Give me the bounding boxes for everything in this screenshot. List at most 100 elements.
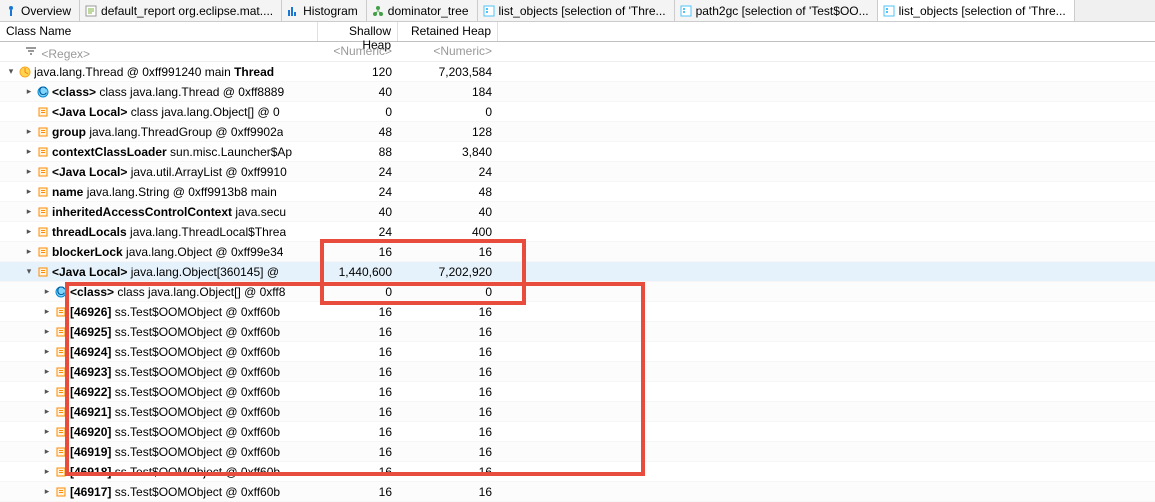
row-retained: 40 bbox=[398, 205, 498, 219]
expand-twisty[interactable]: ▸ bbox=[24, 146, 34, 157]
tab-1[interactable]: default_report org.eclipse.mat.... bbox=[80, 0, 282, 21]
row-retained: 48 bbox=[398, 185, 498, 199]
table-row[interactable]: ▸[46918] ss.Test$OOMObject @ 0xff60b1616 bbox=[0, 462, 1155, 482]
row-name-cell: <Java Local> class java.lang.Object[] @ … bbox=[0, 105, 318, 119]
row-label: [46919] ss.Test$OOMObject @ 0xff60b bbox=[70, 445, 280, 459]
tab-5[interactable]: path2gc [selection of 'Test$OO... bbox=[675, 0, 878, 21]
expand-twisty[interactable]: ▸ bbox=[42, 366, 52, 377]
row-name-cell: ▸group java.lang.ThreadGroup @ 0xff9902a bbox=[0, 125, 318, 139]
row-label: [46920] ss.Test$OOMObject @ 0xff60b bbox=[70, 425, 280, 439]
row-shallow: 24 bbox=[318, 185, 398, 199]
tab-label: Overview bbox=[21, 4, 71, 18]
column-headers: Class Name Shallow Heap Retained Heap bbox=[0, 22, 1155, 42]
filter-class[interactable]: <Regex> bbox=[0, 42, 318, 61]
table-row[interactable]: ▸[46925] ss.Test$OOMObject @ 0xff60b1616 bbox=[0, 322, 1155, 342]
table-row[interactable]: ▸<Java Local> java.util.ArrayList @ 0xff… bbox=[0, 162, 1155, 182]
table-row[interactable]: ▸threadLocals java.lang.ThreadLocal$Thre… bbox=[0, 222, 1155, 242]
row-shallow: 16 bbox=[318, 365, 398, 379]
expand-twisty[interactable]: ▸ bbox=[42, 446, 52, 457]
row-name-cell: ▸ [46926] ss.Test$OOMObject @ 0xff60b bbox=[0, 305, 318, 319]
row-label: <class> class java.lang.Object[] @ 0xff8 bbox=[70, 285, 285, 299]
row-retained: 7,203,584 bbox=[398, 65, 498, 79]
object-icon bbox=[36, 205, 50, 219]
table-row[interactable]: ▸group java.lang.ThreadGroup @ 0xff9902a… bbox=[0, 122, 1155, 142]
expand-twisty[interactable]: ▾ bbox=[24, 266, 34, 277]
expand-twisty[interactable]: ▸ bbox=[24, 246, 34, 257]
object-icon bbox=[54, 465, 68, 479]
table-row[interactable]: ▾java.lang.Thread @ 0xff991240 main Thre… bbox=[0, 62, 1155, 82]
table-row[interactable]: ▸[46921] ss.Test$OOMObject @ 0xff60b1616 bbox=[0, 402, 1155, 422]
table-row[interactable]: ▸name java.lang.String @ 0xff9913b8 main… bbox=[0, 182, 1155, 202]
table-row[interactable]: ▸C<class> class java.lang.Thread @ 0xff8… bbox=[0, 82, 1155, 102]
table-row[interactable]: ▸[46923] ss.Test$OOMObject @ 0xff60b1616 bbox=[0, 362, 1155, 382]
class-icon: C bbox=[36, 85, 50, 99]
col-header-retained[interactable]: Retained Heap bbox=[398, 22, 498, 41]
filter-shallow[interactable]: <Numeric> bbox=[318, 42, 398, 61]
row-name-cell: ▸[46921] ss.Test$OOMObject @ 0xff60b bbox=[0, 405, 318, 419]
table-row[interactable]: ▾<Java Local> java.lang.Object[360145] @… bbox=[0, 262, 1155, 282]
row-shallow: 16 bbox=[318, 465, 398, 479]
object-icon bbox=[54, 365, 68, 379]
table-row[interactable]: ▸[46920] ss.Test$OOMObject @ 0xff60b1616 bbox=[0, 422, 1155, 442]
expand-twisty[interactable]: ▸ bbox=[42, 306, 52, 317]
table-row[interactable]: <Java Local> class java.lang.Object[] @ … bbox=[0, 102, 1155, 122]
tab-bar: Overview default_report org.eclipse.mat..… bbox=[0, 0, 1155, 22]
col-header-shallow[interactable]: Shallow Heap bbox=[318, 22, 398, 41]
table-row[interactable]: ▸[46926] ss.Test$OOMObject @ 0xff60b1616 bbox=[0, 302, 1155, 322]
row-name-cell: ▸contextClassLoader sun.misc.Launcher$Ap bbox=[0, 145, 318, 159]
expand-twisty[interactable]: ▸ bbox=[24, 226, 34, 237]
expand-twisty[interactable]: ▾ bbox=[6, 66, 16, 77]
row-label: inheritedAccessControlContext java.secu bbox=[52, 205, 286, 219]
svg-text:C: C bbox=[39, 85, 48, 98]
object-icon bbox=[54, 405, 68, 419]
tab-0[interactable]: Overview bbox=[0, 0, 80, 21]
row-label: [46926] ss.Test$OOMObject @ 0xff60b bbox=[70, 305, 280, 319]
row-shallow: 0 bbox=[318, 105, 398, 119]
expand-twisty[interactable]: ▸ bbox=[24, 186, 34, 197]
expand-twisty[interactable]: ▸ bbox=[42, 346, 52, 357]
row-shallow: 16 bbox=[318, 325, 398, 339]
object-icon bbox=[36, 105, 50, 119]
object-tree: ▾java.lang.Thread @ 0xff991240 main Thre… bbox=[0, 62, 1155, 502]
tab-label: list_objects [selection of 'Thre... bbox=[499, 4, 666, 18]
expand-twisty[interactable]: ▸ bbox=[42, 466, 52, 477]
expand-twisty[interactable]: ▸ bbox=[42, 326, 52, 337]
expand-twisty[interactable]: ▸ bbox=[24, 166, 34, 177]
expand-twisty[interactable]: ▸ bbox=[24, 126, 34, 137]
object-icon bbox=[36, 245, 50, 259]
filter-retained[interactable]: <Numeric> bbox=[398, 42, 498, 61]
table-row[interactable]: ▸[46917] ss.Test$OOMObject @ 0xff60b1616 bbox=[0, 482, 1155, 502]
tab-label: dominator_tree bbox=[388, 4, 469, 18]
table-row[interactable]: ▸[46919] ss.Test$OOMObject @ 0xff60b1616 bbox=[0, 442, 1155, 462]
tab-2[interactable]: Histogram bbox=[282, 0, 367, 21]
table-row[interactable]: ▸contextClassLoader sun.misc.Launcher$Ap… bbox=[0, 142, 1155, 162]
expand-twisty[interactable]: ▸ bbox=[42, 486, 52, 497]
row-name-cell: ▾java.lang.Thread @ 0xff991240 main Thre… bbox=[0, 65, 318, 79]
row-retained: 16 bbox=[398, 345, 498, 359]
tab-label: path2gc [selection of 'Test$OO... bbox=[696, 4, 869, 18]
row-name-cell: ▸ [46920] ss.Test$OOMObject @ 0xff60b bbox=[0, 425, 318, 439]
expand-twisty[interactable]: ▸ bbox=[42, 286, 52, 297]
filter-icon bbox=[24, 44, 38, 58]
table-row[interactable]: ▸[46924] ss.Test$OOMObject @ 0xff60b1616 bbox=[0, 342, 1155, 362]
tab-4[interactable]: list_objects [selection of 'Thre... bbox=[478, 0, 675, 21]
table-row[interactable]: ▸ inheritedAccessControlContext java.secu… bbox=[0, 202, 1155, 222]
expand-twisty[interactable]: ▸ bbox=[24, 86, 34, 97]
expand-twisty[interactable]: ▸ bbox=[42, 386, 52, 397]
row-shallow: 16 bbox=[318, 405, 398, 419]
table-row[interactable]: ▸[46922] ss.Test$OOMObject @ 0xff60b1616 bbox=[0, 382, 1155, 402]
table-row[interactable]: ▸blockerLock java.lang.Object @ 0xff99e3… bbox=[0, 242, 1155, 262]
tab-3[interactable]: dominator_tree bbox=[367, 0, 478, 21]
object-icon bbox=[54, 345, 68, 359]
row-retained: 16 bbox=[398, 305, 498, 319]
expand-twisty[interactable]: ▸ bbox=[24, 206, 34, 217]
table-row[interactable]: ▸C<class> class java.lang.Object[] @ 0xf… bbox=[0, 282, 1155, 302]
row-shallow: 40 bbox=[318, 205, 398, 219]
expand-twisty[interactable]: ▸ bbox=[42, 406, 52, 417]
col-header-class[interactable]: Class Name bbox=[0, 22, 318, 41]
tab-6[interactable]: list_objects [selection of 'Thre... bbox=[878, 0, 1075, 21]
expand-twisty[interactable]: ▸ bbox=[42, 426, 52, 437]
row-name-cell: ▸blockerLock java.lang.Object @ 0xff99e3… bbox=[0, 245, 318, 259]
row-retained: 16 bbox=[398, 425, 498, 439]
row-name-cell: ▸threadLocals java.lang.ThreadLocal$Thre… bbox=[0, 225, 318, 239]
